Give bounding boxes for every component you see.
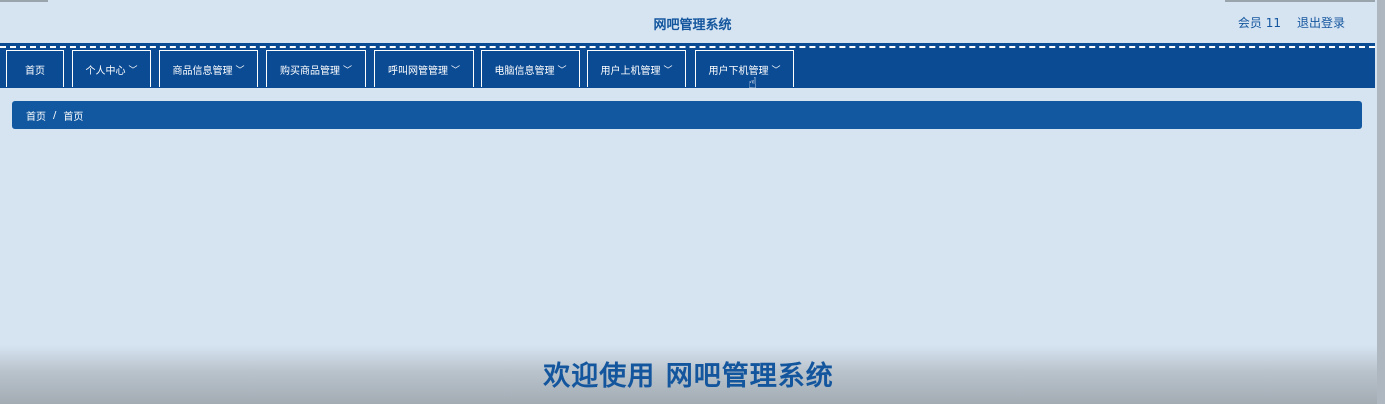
nav-item-label: 呼叫网管管理 [387,65,448,77]
breadcrumb-separator: / [53,109,57,121]
main-nav: 首页 个人中心 ﹀ 商品信息管理 ﹀ 购买商品管理 ﹀ 呼叫网管管理 ﹀ 电脑信息管理 ﹀ 用户上机管… [0,43,1375,88]
nav-item-3[interactable]: 购买商品管理 ﹀ [266,50,366,87]
chevron-down-icon: ﹀ [235,65,245,76]
nav-item-label: 用户下机管理 [708,65,769,77]
user-label: 会员 11 [1237,16,1281,30]
hand-pointer-icon: ☝ [748,74,758,92]
top-left-line [0,0,48,2]
nav-item-7[interactable]: 用户下机管理 ﹀ [695,50,794,87]
nav-item-label: 购买商品管理 [279,65,340,77]
nav-item-0[interactable]: 首页 [6,50,64,87]
breadcrumb-item-current: 首页 [63,111,84,123]
nav-dashed-border [0,46,1375,48]
nav-item-label: 商品信息管理 [172,65,233,77]
chevron-down-icon: ﹀ [663,65,673,76]
breadcrumb-item-home[interactable]: 首页 [26,108,46,123]
top-right-line [1225,0,1375,2]
nav-item-label: 用户上机管理 [600,65,661,77]
nav-item-6[interactable]: 用户上机管理 ﹀ [587,50,686,87]
chevron-down-icon: ﹀ [557,65,567,76]
nav-item-1[interactable]: 个人中心 ﹀ [72,50,151,87]
chevron-down-icon: ﹀ [450,65,460,76]
chevron-down-icon: ﹀ [342,65,352,76]
logout-link[interactable]: 退出登录 [1297,14,1345,31]
user-info: 会员 11 退出登录 [1238,14,1345,31]
breadcrumb: 首页 / 首页 [12,101,1362,129]
chevron-down-icon: ﹀ [771,65,781,76]
nav-item-label: 电脑信息管理 [494,65,555,77]
nav-item-5[interactable]: 电脑信息管理 ﹀ [481,50,580,87]
scrollbar[interactable] [1377,0,1385,404]
welcome-banner: 欢迎使用 网吧管理系统 [543,361,834,392]
site-title: 网吧管理系统 [653,18,732,33]
nav-item-4[interactable]: 呼叫网管管理 ﹀ [374,50,474,87]
nav-item-label: 首页 [25,65,45,77]
chevron-down-icon: ﹀ [128,65,138,76]
nav-item-label: 个人中心 [85,65,126,77]
top-header: 网吧管理系统 会员 11 退出登录 [0,0,1385,43]
nav-item-2[interactable]: 商品信息管理 ﹀ [159,50,258,87]
